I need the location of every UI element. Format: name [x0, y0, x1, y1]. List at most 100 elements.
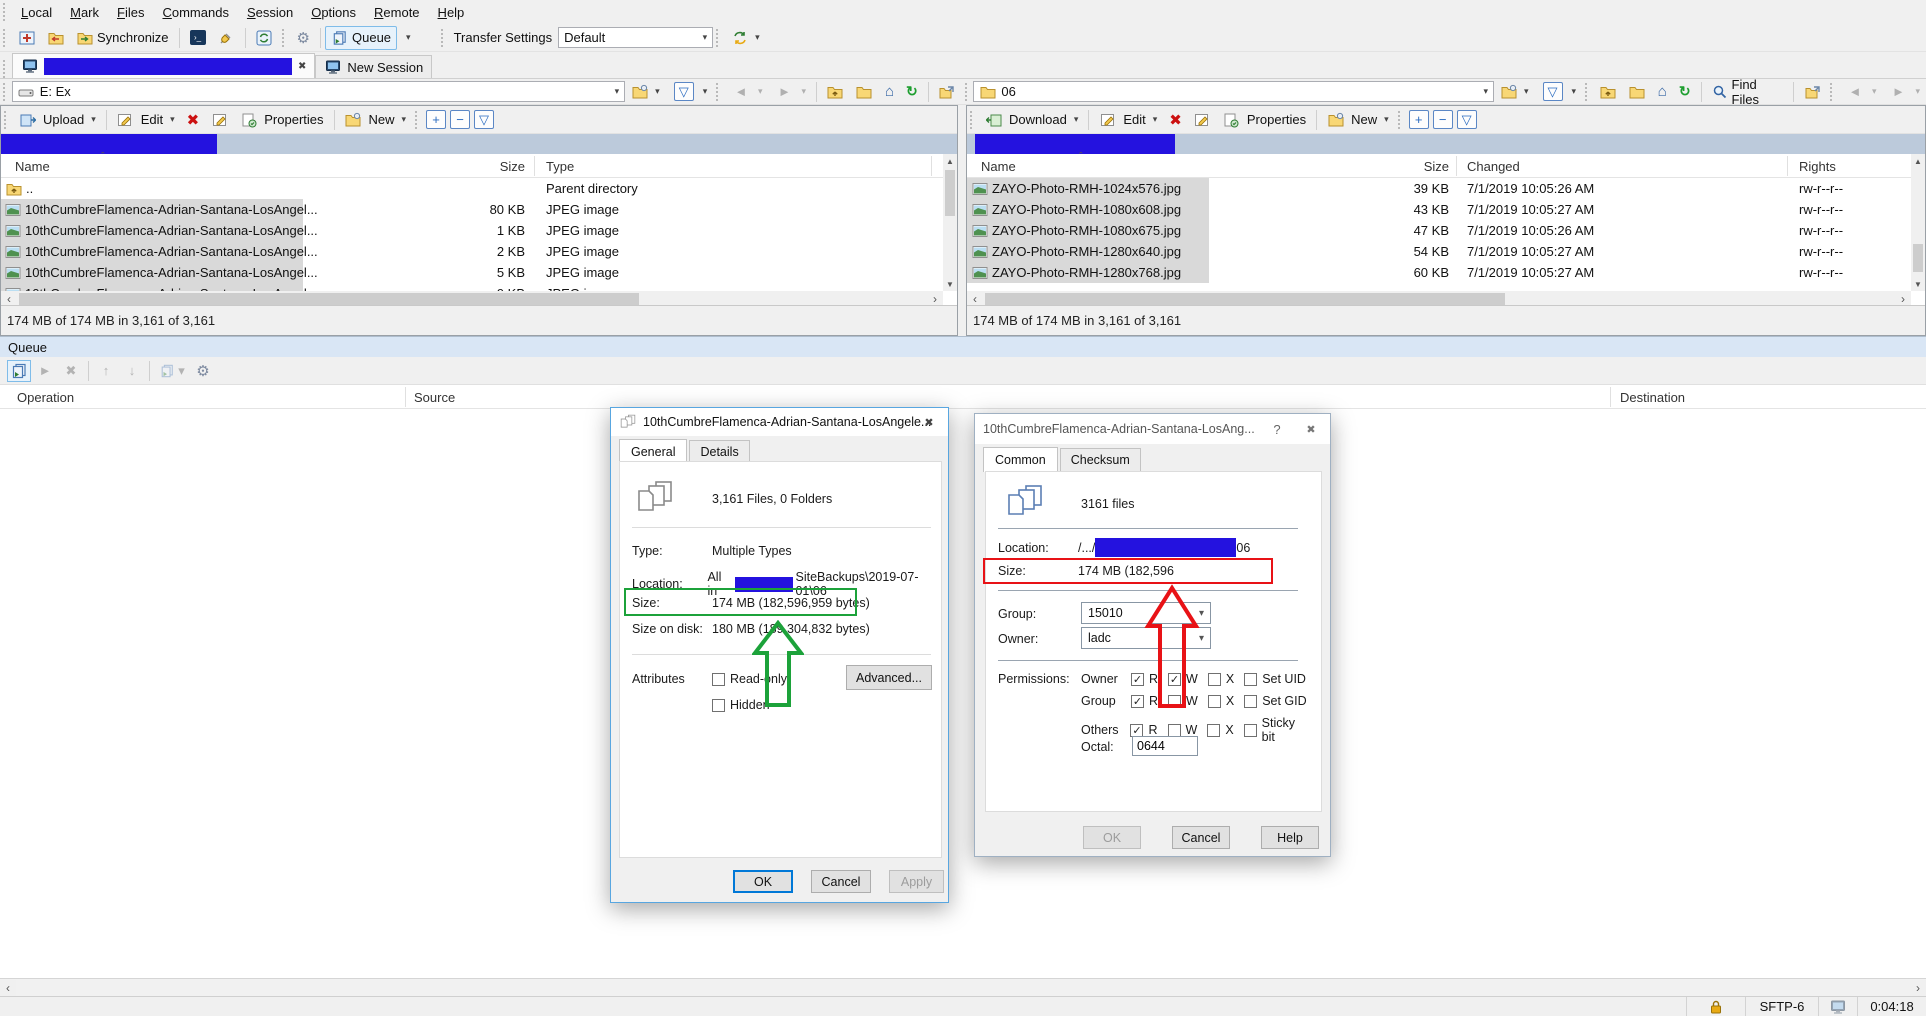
checkbox[interactable] [1244, 695, 1257, 708]
queue-move-up-button[interactable]: ↑ [94, 360, 118, 382]
local-forward-button[interactable]: ►▾ [768, 80, 812, 104]
encryption-status[interactable] [1686, 997, 1745, 1016]
remote-root-directory-button[interactable] [1623, 80, 1652, 104]
perm-group-w[interactable]: W [1168, 694, 1198, 708]
column-divider[interactable] [1456, 156, 1457, 176]
cmd-grip[interactable] [4, 111, 10, 129]
table-row[interactable]: ZAYO-Photo-RMH-1080x608.jpg 43 KB 7/1/20… [967, 199, 1925, 220]
queue-show-button[interactable] [7, 360, 31, 382]
perm-others-w[interactable]: W [1168, 723, 1198, 737]
tab-details[interactable]: Details [689, 440, 749, 463]
upload-button[interactable]: Upload▾ [13, 108, 102, 132]
checkbox[interactable] [1168, 673, 1181, 686]
checkbox[interactable] [1168, 695, 1181, 708]
octal-input[interactable] [1132, 736, 1198, 756]
table-row[interactable]: 10thCumbreFlamenca-Adrian-Santana-LosAng… [1, 283, 957, 291]
column-header-name[interactable]: Name [15, 154, 50, 178]
apply-button[interactable]: Apply [889, 870, 944, 893]
scroll-left-arrow[interactable]: ‹ [0, 980, 16, 996]
panel-splitter[interactable] [958, 105, 966, 336]
checkbox[interactable] [1207, 724, 1220, 737]
tabbar-grip[interactable] [3, 60, 9, 78]
scrollbar-thumb[interactable] [985, 293, 1505, 305]
perm-others-r[interactable]: R [1130, 723, 1157, 737]
remote-rename-button[interactable] [1188, 108, 1217, 132]
open-terminal-button[interactable] [184, 26, 212, 50]
queue-move-down-button[interactable]: ↓ [120, 360, 144, 382]
queue-column-source[interactable]: Source [414, 385, 455, 409]
group-combo[interactable]: 15010▾ [1081, 602, 1211, 624]
table-row[interactable]: ZAYO-Photo-RMH-1280x768.jpg 60 KB 7/1/20… [967, 262, 1925, 283]
local-root-directory-button[interactable] [850, 80, 879, 104]
protocol-status[interactable]: SFTP-6 [1745, 997, 1818, 1016]
local-home-directory-button[interactable]: ⌂ [879, 80, 900, 104]
menu-item-files[interactable]: Files [108, 2, 153, 23]
dialog-title-bar[interactable]: 10thCumbreFlamenca-Adrian-Santana-LosAng… [611, 408, 948, 436]
perm-others-sticky[interactable]: Sticky bit [1244, 716, 1311, 744]
remote-edit-button[interactable]: Edit▾ [1093, 108, 1163, 132]
queue-delete-button[interactable]: ✖ [59, 360, 83, 382]
checkbox[interactable] [1131, 673, 1144, 686]
address-grip[interactable] [716, 83, 722, 101]
toolbar-grip[interactable] [441, 29, 447, 47]
menu-grip[interactable] [3, 3, 9, 21]
column-divider[interactable] [931, 156, 932, 176]
toolbar-grip[interactable] [716, 29, 722, 47]
selection-filter-button[interactable]: ▽ [1457, 110, 1477, 129]
remote-home-directory-button[interactable]: ⌂ [1652, 80, 1673, 104]
owner-combo[interactable]: ladc▾ [1081, 627, 1211, 649]
queue-list[interactable] [0, 409, 1926, 978]
queue-operations-dropdown[interactable]: ▾ [155, 360, 189, 382]
local-edit-button[interactable]: Edit▾ [111, 108, 181, 132]
remote-new-button[interactable]: New▾ [1321, 108, 1395, 132]
remote-path-combo[interactable]: 06 ▾ [973, 81, 1494, 102]
perm-group-r[interactable]: R [1131, 694, 1158, 708]
table-row[interactable]: ZAYO-Photo-RMH-1080x675.jpg 47 KB 7/1/20… [967, 220, 1925, 241]
scroll-up-arrow[interactable]: ▲ [943, 154, 957, 168]
local-open-directory-button[interactable]: ▾ [625, 80, 666, 104]
dock-button[interactable] [12, 26, 41, 50]
column-divider[interactable] [1610, 387, 1611, 407]
menu-item-session[interactable]: Session [238, 2, 302, 23]
checkbox[interactable] [1131, 695, 1144, 708]
select-files-button[interactable]: + [1409, 110, 1429, 129]
column-divider[interactable] [1787, 156, 1788, 176]
address-grip[interactable] [965, 83, 971, 101]
table-row[interactable]: .. Parent directory [1, 178, 957, 199]
unselect-files-button[interactable]: − [1433, 110, 1453, 129]
select-files-button[interactable]: + [426, 110, 446, 129]
scroll-down-arrow[interactable]: ▼ [943, 277, 957, 291]
table-row[interactable]: 10thCumbreFlamenca-Adrian-Santana-LosAng… [1, 199, 957, 220]
menu-item-options[interactable]: Options [302, 2, 365, 23]
queue-preferences-button[interactable]: ⚙ [191, 360, 215, 382]
cmd-grip[interactable] [970, 111, 976, 129]
session-tab-active[interactable]: ✖ [12, 53, 315, 78]
menu-item-local[interactable]: Local [12, 2, 61, 23]
table-row[interactable]: ZAYO-Photo-RMH-1024x576.jpg 39 KB 7/1/20… [967, 178, 1925, 199]
toolbar-grip[interactable] [282, 29, 288, 47]
remote-back-button[interactable]: ◄▾ [1839, 80, 1883, 104]
local-new-button[interactable]: New▾ [339, 108, 413, 132]
menu-item-mark[interactable]: Mark [61, 2, 108, 23]
scrollbar-thumb[interactable] [945, 170, 955, 216]
local-path-bar[interactable] [1, 134, 957, 154]
perm-owner-x[interactable]: X [1208, 672, 1234, 686]
selection-filter-button[interactable]: ▽ [474, 110, 494, 129]
column-divider[interactable] [405, 387, 406, 407]
table-row[interactable]: 10thCumbreFlamenca-Adrian-Santana-LosAng… [1, 241, 957, 262]
remote-refresh-button[interactable]: ↻ [1673, 80, 1697, 104]
checkbox[interactable] [1130, 724, 1143, 737]
column-header-rights[interactable]: Rights [1799, 154, 1836, 178]
perm-owner-setuid[interactable]: Set UID [1244, 672, 1306, 686]
column-header-type[interactable]: Type [546, 154, 574, 178]
menu-item-commands[interactable]: Commands [153, 2, 237, 23]
close-icon[interactable]: ✖ [1292, 415, 1330, 443]
perm-group-x[interactable]: X [1208, 694, 1234, 708]
table-row[interactable]: 10thCumbreFlamenca-Adrian-Santana-LosAng… [1, 262, 957, 283]
tab-checksum[interactable]: Checksum [1060, 448, 1141, 471]
toolbar-grip[interactable] [3, 29, 9, 47]
help-button[interactable]: Help [1261, 826, 1319, 849]
cancel-button[interactable]: Cancel [1172, 826, 1230, 849]
advanced-button[interactable]: Advanced... [846, 665, 932, 690]
tab-common[interactable]: Common [983, 447, 1058, 472]
